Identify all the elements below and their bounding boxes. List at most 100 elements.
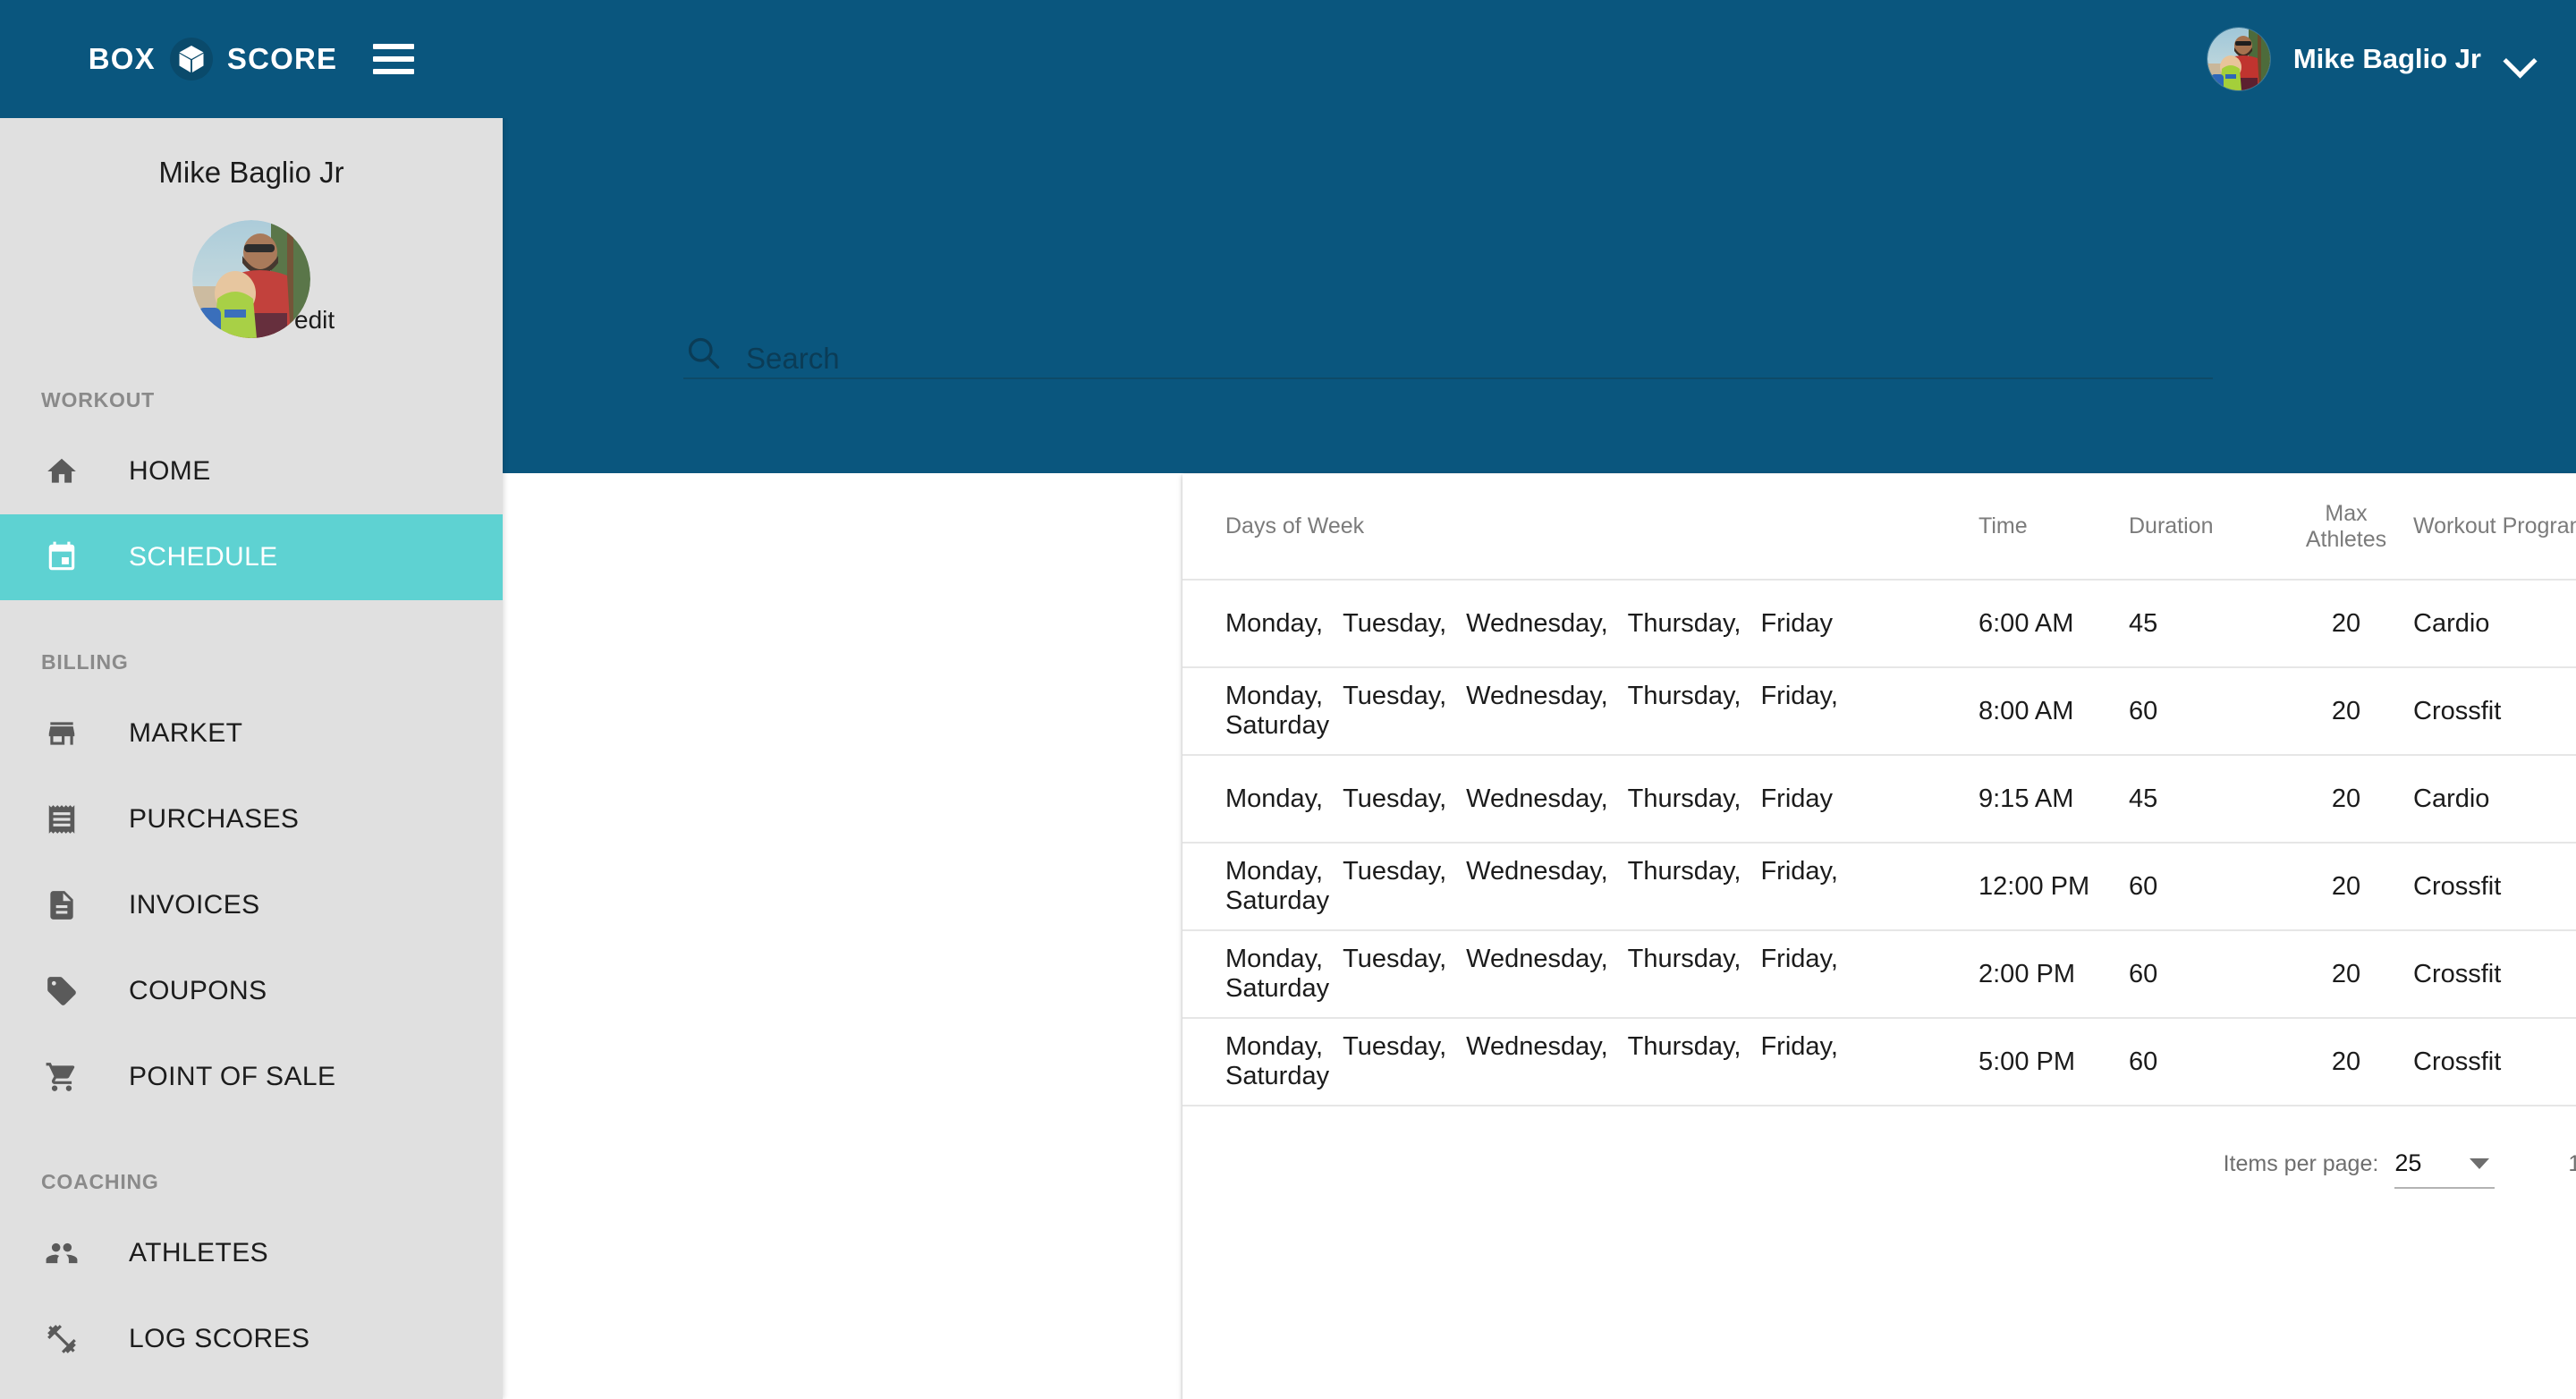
nav-section-coaching-title: COACHING bbox=[41, 1170, 159, 1193]
max-athletes-line1: Max bbox=[2325, 500, 2368, 526]
day-chip: Monday, bbox=[1225, 608, 1324, 638]
day-chip: Monday, bbox=[1225, 682, 1324, 710]
table-row: Monday, Tuesday, Wednesday, Thursday, Friday… bbox=[1182, 580, 2576, 668]
sidebar-item-purchases[interactable]: PURCHASES bbox=[0, 776, 503, 862]
sidebar-avatar-block: edit bbox=[0, 220, 503, 338]
cell-duration: 60 bbox=[2129, 1018, 2279, 1106]
cell-time: 12:00 PM bbox=[1979, 843, 2129, 931]
sidebar-item-label: INVOICES bbox=[129, 890, 260, 920]
table-header-row: Days of Week Time Duration Max Athletes … bbox=[1182, 474, 2576, 581]
days-list: Monday, Tuesday, Wednesday, Thursday, Friday… bbox=[1225, 857, 1979, 916]
days-list: Monday, Tuesday, Wednesday, Thursday, Friday… bbox=[1225, 682, 1979, 741]
sidebar-item-label: ATHLETES bbox=[129, 1238, 269, 1268]
cell-days: Monday, Tuesday, Wednesday, Thursday, Friday bbox=[1182, 755, 1979, 844]
nav-section-billing-title: BILLING bbox=[41, 650, 129, 674]
day-chip: Friday, bbox=[1760, 682, 1838, 710]
cell-max-athletes: 20 bbox=[2279, 667, 2413, 756]
items-per-page-value: 25 bbox=[2394, 1149, 2422, 1176]
day-chip: Thursday, bbox=[1627, 857, 1741, 886]
avatar bbox=[192, 220, 310, 338]
cell-max-athletes: 20 bbox=[2279, 580, 2413, 668]
cube-icon bbox=[169, 38, 213, 81]
day-chip: Thursday, bbox=[1627, 784, 1741, 813]
user-menu[interactable]: Mike Baglio Jr bbox=[2207, 0, 2535, 118]
table-head: Days of Week Time Duration Max Athletes … bbox=[1182, 474, 2576, 581]
sidebar-item-athletes[interactable]: ATHLETES bbox=[0, 1210, 503, 1296]
day-chip: Tuesday, bbox=[1343, 784, 1447, 813]
cell-max-athletes: 20 bbox=[2279, 755, 2413, 844]
cell-workout-program: Cardio bbox=[2413, 755, 2576, 844]
days-list: Monday, Tuesday, Wednesday, Thursday, Friday bbox=[1225, 609, 1979, 639]
column-header-max-athletes: Max Athletes bbox=[2279, 474, 2413, 581]
day-chip: Friday, bbox=[1760, 857, 1838, 886]
items-per-page-label: Items per page: bbox=[2223, 1150, 2379, 1176]
day-chip: Thursday, bbox=[1627, 608, 1741, 638]
avatar bbox=[2207, 28, 2270, 90]
sidebar-item-market[interactable]: MARKET bbox=[0, 691, 503, 776]
sidebar-item-log-scores[interactable]: LOG SCORES bbox=[0, 1296, 503, 1382]
day-chip: Wednesday, bbox=[1466, 608, 1608, 638]
user-name-label: Mike Baglio Jr bbox=[2292, 43, 2481, 74]
sidebar-item-label: SCHEDULE bbox=[129, 542, 278, 572]
cell-max-athletes: 20 bbox=[2279, 1018, 2413, 1106]
cell-max-athletes: 20 bbox=[2279, 843, 2413, 931]
shopping-cart-icon bbox=[41, 1056, 82, 1098]
cell-duration: 60 bbox=[2129, 930, 2279, 1019]
sidebar-item-invoices[interactable]: INVOICES bbox=[0, 862, 503, 948]
cell-duration: 45 bbox=[2129, 580, 2279, 668]
top-app-bar: BOX SCORE Mike Baglio Jr bbox=[0, 0, 2576, 118]
day-chip: Tuesday, bbox=[1343, 945, 1447, 973]
sidebar-item-schedule[interactable]: SCHEDULE bbox=[0, 514, 503, 600]
day-chip: Saturday bbox=[1225, 1062, 1330, 1090]
cell-duration: 60 bbox=[2129, 667, 2279, 756]
brand-text-box: BOX bbox=[88, 42, 156, 75]
day-chip: Thursday, bbox=[1627, 945, 1741, 973]
tag-icon bbox=[41, 971, 82, 1012]
sidebar-item-label: COUPONS bbox=[129, 976, 267, 1005]
day-chip: Tuesday, bbox=[1343, 1032, 1447, 1061]
table-row: Monday, Tuesday, Wednesday, Thursday, Friday… bbox=[1182, 843, 2576, 931]
days-list: Monday, Tuesday, Wednesday, Thursday, Friday… bbox=[1225, 945, 1979, 1004]
cell-time: 2:00 PM bbox=[1979, 930, 2129, 1019]
page-range-label: 1 - 6 of 6 bbox=[2568, 1150, 2576, 1176]
cell-time: 8:00 AM bbox=[1979, 667, 2129, 756]
sidebar-item-coupons[interactable]: COUPONS bbox=[0, 948, 503, 1034]
paginator: Items per page: 25 1 - 6 of 6 bbox=[1182, 1115, 2576, 1213]
cell-time: 6:00 AM bbox=[1979, 580, 2129, 668]
cell-time: 9:15 AM bbox=[1979, 755, 2129, 844]
day-chip: Saturday bbox=[1225, 886, 1330, 915]
brand-text-score: SCORE bbox=[226, 42, 338, 75]
day-chip: Monday, bbox=[1225, 784, 1324, 813]
day-chip: Saturday bbox=[1225, 974, 1330, 1003]
sidebar-item-point-of-sale[interactable]: POINT OF SALE bbox=[0, 1034, 503, 1120]
column-header-duration: Duration bbox=[2129, 474, 2279, 581]
hamburger-menu-icon[interactable] bbox=[373, 44, 415, 74]
day-chip: Thursday, bbox=[1627, 682, 1741, 710]
schedule-table: Days of Week Time Duration Max Athletes … bbox=[1182, 474, 2576, 1106]
cell-duration: 60 bbox=[2129, 843, 2279, 931]
table-row: Monday, Tuesday, Wednesday, Thursday, Friday… bbox=[1182, 930, 2576, 1019]
sidebar-item-home[interactable]: HOME bbox=[0, 428, 503, 514]
store-icon bbox=[41, 713, 82, 754]
cell-days: Monday, Tuesday, Wednesday, Thursday, Friday… bbox=[1182, 667, 1979, 756]
edit-avatar-link[interactable]: edit bbox=[294, 306, 335, 335]
table-body: Monday, Tuesday, Wednesday, Thursday, Friday… bbox=[1182, 580, 2576, 1106]
cell-workout-program: Crossfit bbox=[2413, 930, 2576, 1019]
day-chip: Wednesday, bbox=[1466, 784, 1608, 813]
day-chip: Thursday, bbox=[1627, 1032, 1741, 1061]
cell-duration: 45 bbox=[2129, 755, 2279, 844]
cell-days: Monday, Tuesday, Wednesday, Thursday, Friday… bbox=[1182, 843, 1979, 931]
app-root: BOX SCORE Mike Baglio Jr Mike Baglio Jr … bbox=[0, 0, 2576, 1399]
brand-logo[interactable]: BOX SCORE bbox=[0, 0, 503, 118]
search-input[interactable] bbox=[746, 342, 2213, 376]
chevron-down-icon[interactable] bbox=[2504, 44, 2535, 74]
days-list: Monday, Tuesday, Wednesday, Thursday, Friday… bbox=[1225, 1032, 1979, 1091]
fitness-icon bbox=[41, 1318, 82, 1360]
day-chip: Friday bbox=[1760, 608, 1834, 638]
people-icon bbox=[41, 1233, 82, 1274]
day-chip: Tuesday, bbox=[1343, 682, 1447, 710]
items-per-page-select[interactable]: 25 bbox=[2394, 1139, 2496, 1189]
table-row: Monday, Tuesday, Wednesday, Thursday, Friday… bbox=[1182, 667, 2576, 756]
column-header-days: Days of Week bbox=[1182, 474, 1979, 581]
cell-days: Monday, Tuesday, Wednesday, Thursday, Friday… bbox=[1182, 930, 1979, 1019]
